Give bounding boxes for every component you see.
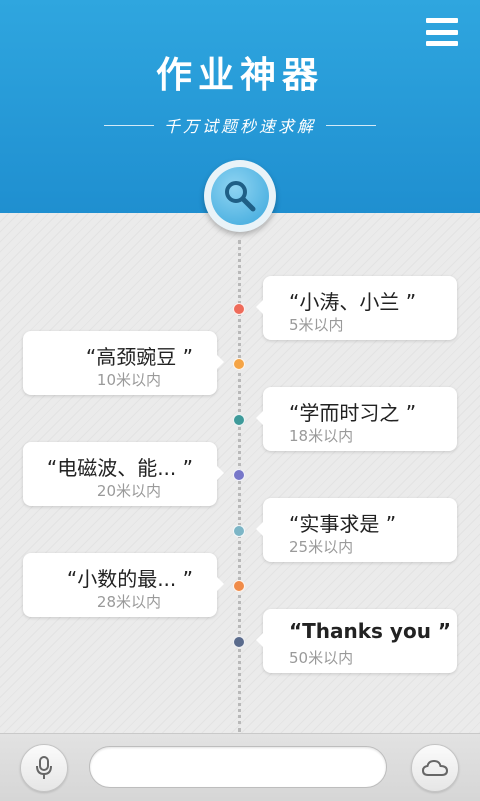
timeline-card[interactable]: “电磁波、能... ” 20米以内 [23, 442, 224, 506]
card-distance: 25米以内 [289, 538, 354, 556]
search-icon [225, 181, 256, 212]
bottom-bar [0, 733, 480, 801]
card-title: “实事求是 ” [289, 512, 397, 536]
card-title: “小数的最... ” [66, 567, 193, 591]
card-distance: 28米以内 [96, 593, 161, 611]
card-title: “高颈豌豆 ” [85, 345, 193, 369]
menu-icon [426, 29, 458, 35]
menu-button[interactable] [426, 18, 458, 46]
timeline-dot [233, 303, 245, 315]
voice-button[interactable] [20, 744, 68, 792]
card-distance: 10米以内 [96, 371, 161, 389]
timeline-card[interactable]: “学而时习之 ” 18米以内 [256, 387, 457, 451]
search-button[interactable] [204, 160, 276, 232]
subtitle-row: 千万试题秒速求解 [0, 113, 480, 137]
cloud-icon [421, 759, 449, 776]
menu-icon [426, 18, 458, 23]
subtitle-divider-left [103, 124, 154, 126]
microphone-icon [36, 756, 52, 779]
subtitle-divider-right [326, 124, 376, 126]
card-title: “Thanks you ” [289, 619, 452, 643]
timeline-card[interactable]: “Thanks you ” 50米以内 [256, 609, 457, 673]
timeline-dot [233, 580, 245, 592]
search-input[interactable] [89, 746, 387, 788]
search-button-face [211, 167, 269, 225]
card-distance: 20米以内 [96, 482, 161, 500]
card-distance: 50米以内 [289, 649, 354, 667]
timeline-dot [233, 525, 245, 537]
card-distance: 18米以内 [289, 427, 354, 445]
card-title: “小涛、小兰 ” [289, 290, 417, 314]
timeline-dot [233, 636, 245, 648]
timeline-dot [233, 414, 245, 426]
timeline-dot [233, 358, 245, 370]
timeline-card[interactable]: “小数的最... ” 28米以内 [23, 553, 224, 617]
timeline-card[interactable]: “小涛、小兰 ” 5米以内 [256, 276, 457, 340]
app-subtitle: 千万试题秒速求解 [163, 117, 316, 136]
card-distance: 5米以内 [289, 316, 344, 334]
card-title: “电磁波、能... ” [46, 456, 193, 480]
cloud-button[interactable] [411, 744, 459, 792]
timeline-dot [233, 469, 245, 481]
app-title: 作业神器 [155, 55, 324, 96]
card-title: “学而时习之 ” [289, 401, 417, 425]
timeline-card[interactable]: “高颈豌豆 ” 10米以内 [23, 331, 224, 395]
timeline-card[interactable]: “实事求是 ” 25米以内 [256, 498, 457, 562]
